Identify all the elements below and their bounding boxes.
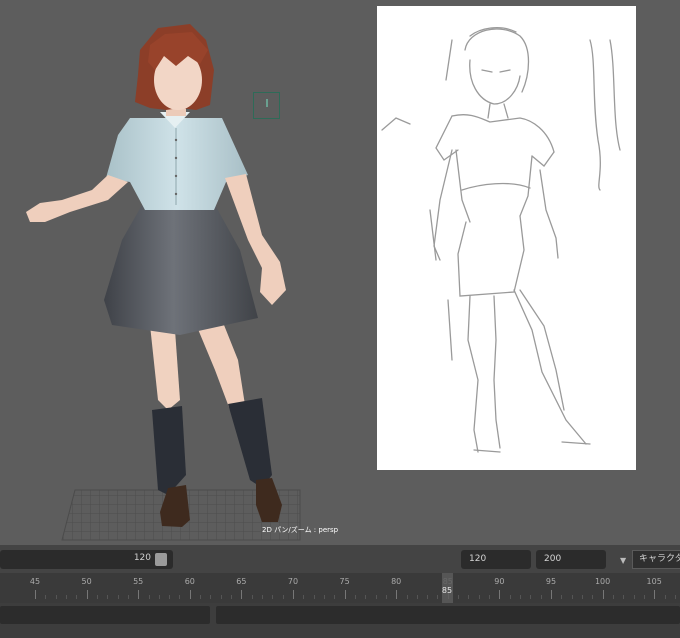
timeline-minor-tick <box>210 595 212 599</box>
command-input[interactable] <box>0 606 210 624</box>
range-slider-handle[interactable] <box>155 553 167 566</box>
timeline-minor-tick <box>427 595 429 599</box>
timeline-tick-mark <box>499 590 501 599</box>
timeline-tick-mark <box>189 590 191 599</box>
timeline-minor-tick <box>313 595 315 599</box>
3d-viewport[interactable]: 2D パン/ズーム : persp <box>0 0 680 545</box>
timeline-tick-label: 50 <box>81 577 92 586</box>
timeline-tick-label: 55 <box>133 577 144 586</box>
timeline-tick-mark <box>602 590 604 599</box>
timeline-minor-tick <box>354 595 356 599</box>
timeline-minor-tick <box>592 595 594 599</box>
timeline-minor-tick <box>107 595 109 599</box>
timeline-minor-tick <box>612 595 614 599</box>
timeline-minor-tick <box>530 595 532 599</box>
timeline-tick-label: 70 <box>287 577 299 586</box>
locator-handle[interactable] <box>253 92 280 119</box>
timeline-tick-mark <box>551 590 552 599</box>
timeline-minor-tick <box>334 595 336 599</box>
timeline-minor-tick <box>581 595 583 599</box>
current-frame-label: 85 <box>441 586 453 595</box>
timeline-tick-mark <box>396 590 398 599</box>
timeline-minor-tick <box>262 595 264 599</box>
timeline-tick-label: 45 <box>29 577 41 586</box>
character-model[interactable] <box>26 24 286 527</box>
timeline-minor-tick <box>520 595 522 599</box>
timeline-minor-tick <box>458 595 460 599</box>
timeline-tick-mark <box>241 590 243 599</box>
timeline-tick-label: 65 <box>236 577 247 586</box>
timeline-tick-mark <box>35 590 36 599</box>
timeline-tick-label: 105 <box>646 577 662 586</box>
timeline-tick-mark <box>293 590 294 599</box>
timeline-tick-mark <box>86 590 88 599</box>
timeline-minor-tick <box>127 595 129 599</box>
timeline-minor-tick <box>303 595 305 599</box>
timeline-minor-tick <box>633 595 635 599</box>
timeline-minor-tick <box>200 595 202 599</box>
timeline-minor-tick <box>664 595 666 599</box>
timeline-tick-mark <box>654 590 656 599</box>
timeline-tick-mark <box>138 590 140 599</box>
timeline-minor-tick <box>416 595 418 599</box>
timeline-minor-tick <box>169 595 171 599</box>
character-set-dropdown[interactable]: キャラクタ セット <box>632 550 680 569</box>
timeline-tick-label: 75 <box>339 577 350 586</box>
timeline-minor-tick <box>375 595 377 599</box>
timeline-minor-tick <box>282 595 284 599</box>
timeline-minor-tick <box>571 595 573 599</box>
chevron-down-icon[interactable]: ▼ <box>620 556 626 565</box>
timeline-minor-tick <box>179 595 181 599</box>
command-line-bar <box>0 603 680 638</box>
timeline-minor-tick <box>561 595 563 599</box>
timeline-minor-tick <box>251 595 253 599</box>
timeline-minor-tick <box>674 595 676 599</box>
timeline-minor-tick <box>385 595 387 599</box>
timeline-minor-tick <box>509 595 511 599</box>
timeline-minor-tick <box>406 595 408 599</box>
range-slider-bar: 120 120 200 ▼ キャラクタ セット <box>0 545 680 573</box>
timeline-minor-tick <box>478 595 480 599</box>
timeline-minor-tick <box>468 595 470 599</box>
timeline-minor-tick <box>272 595 274 599</box>
timeline-minor-tick <box>65 595 67 599</box>
command-feedback <box>216 606 680 624</box>
timeline-minor-tick <box>45 595 47 599</box>
playback-end-field[interactable]: 120 <box>461 550 531 569</box>
timeline-minor-tick <box>323 595 325 599</box>
camera-label: 2D パン/ズーム : persp <box>262 526 339 534</box>
timeline-tick-label: 100 <box>594 577 611 586</box>
timeline-tick-label: 60 <box>184 577 195 586</box>
timeline-tick-label: 95 <box>545 577 557 586</box>
reference-sketch-image[interactable] <box>377 6 636 470</box>
timeline-minor-tick <box>220 595 222 599</box>
timeline-tick-label: 90 <box>494 577 505 586</box>
animation-end-field[interactable]: 200 <box>536 550 606 569</box>
timeline-minor-tick <box>117 595 119 599</box>
timeline-minor-tick <box>231 595 233 599</box>
timeline-minor-tick <box>55 595 57 599</box>
range-slider[interactable]: 120 <box>0 550 173 569</box>
time-slider[interactable]: 4550556065707580859095100105 85 <box>0 573 680 603</box>
timeline-tick-label: 80 <box>391 577 402 586</box>
timeline-tick-mark <box>344 590 346 599</box>
timeline-minor-tick <box>365 595 367 599</box>
timeline-minor-tick <box>148 595 150 599</box>
timeline-minor-tick <box>489 595 491 599</box>
timeline-minor-tick <box>96 595 98 599</box>
timeline-minor-tick <box>540 595 542 599</box>
range-slider-value: 120 <box>133 553 151 563</box>
timeline-minor-tick <box>158 595 160 599</box>
timeline-minor-tick <box>76 595 78 599</box>
timeline-minor-tick <box>437 595 439 599</box>
timeline-minor-tick <box>643 595 645 599</box>
timeline-minor-tick <box>623 595 625 599</box>
